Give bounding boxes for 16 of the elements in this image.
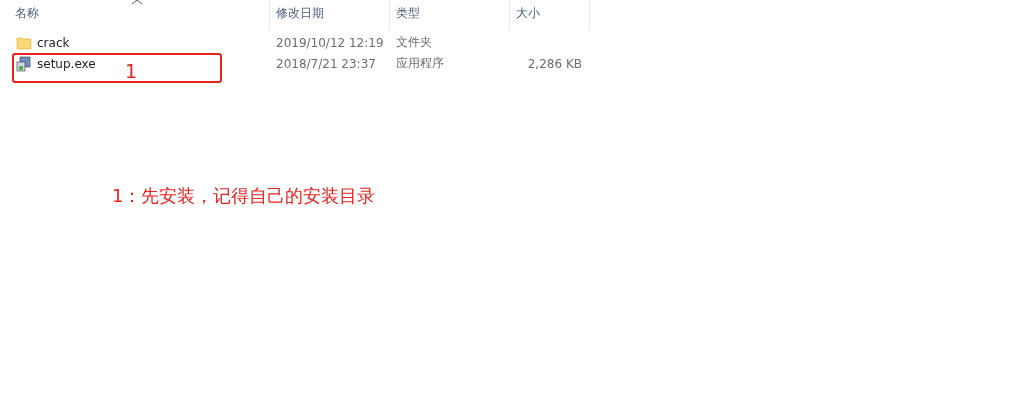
file-name[interactable]: crack — [37, 35, 70, 50]
annotation-note: 1：先安装，记得自己的安装目录 — [112, 184, 376, 208]
file-size: 2,286 KB — [527, 56, 582, 71]
column-header[interactable]: 修改日期 — [270, 0, 390, 26]
column-header[interactable]: 类型 — [390, 0, 510, 26]
folder-icon — [16, 34, 32, 51]
column-header[interactable]: 名称 — [0, 0, 270, 26]
file-name[interactable]: setup.exe — [37, 56, 96, 71]
installer-icon — [16, 55, 32, 72]
modified-date: 2018/7/21 23:37 — [275, 56, 377, 71]
column-header[interactable]: 大小 — [510, 0, 590, 26]
annotation-number: 1 — [125, 60, 138, 82]
sort-caret-icon — [131, 0, 143, 5]
file-type: 文件夹 — [395, 34, 433, 51]
file-type: 应用程序 — [395, 55, 445, 72]
modified-date: 2019/10/12 12:19 — [275, 35, 385, 50]
